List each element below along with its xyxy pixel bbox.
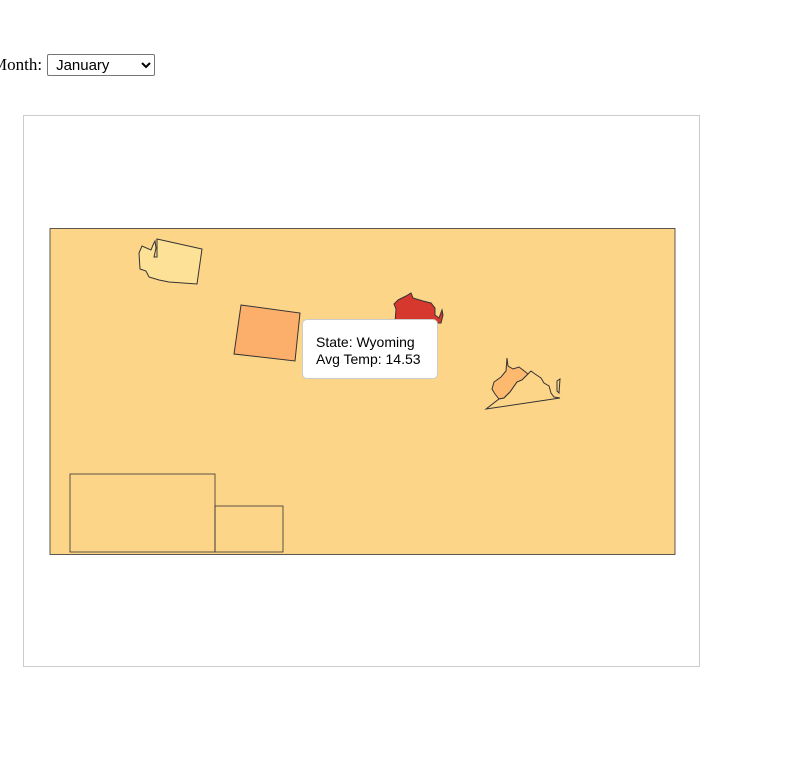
- month-select[interactable]: January: [47, 54, 156, 76]
- month-control: Month: January: [0, 54, 156, 76]
- map-background: [49, 228, 676, 555]
- month-label: Month:: [0, 55, 43, 74]
- tooltip-state: State: Wyoming: [316, 334, 415, 350]
- state-tooltip: State: Wyoming Avg Temp: 14.53: [302, 319, 438, 379]
- choropleth-map: Washington Wyoming Wisconsin West Virgin…: [49, 228, 676, 555]
- state-wyoming[interactable]: Wyoming: [233, 304, 301, 362]
- map-container: Washington Wyoming Wisconsin West Virgin…: [23, 115, 700, 667]
- tooltip-temp: Avg Temp: 14.53: [316, 351, 421, 367]
